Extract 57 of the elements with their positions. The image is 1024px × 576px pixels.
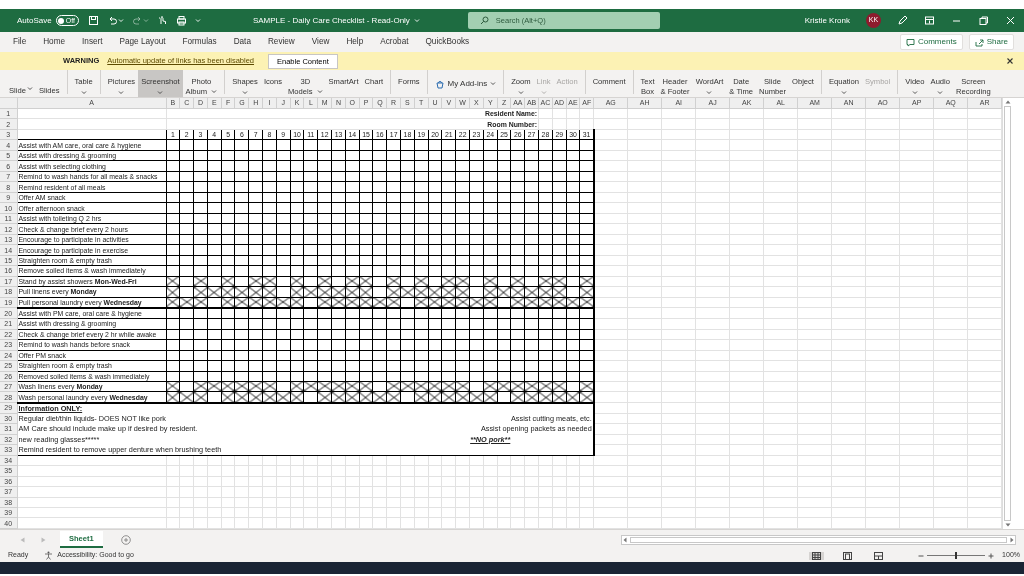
scroll-left-icon[interactable] [623,536,627,543]
scroll-up-icon[interactable] [1004,100,1011,104]
comment-icon [905,37,915,47]
comments-button[interactable]: Comments [899,34,963,50]
restore-icon[interactable] [978,15,989,26]
caret-icon[interactable] [211,88,218,94]
caret-icon[interactable] [80,89,87,95]
user-name: Kristie Kronk [804,14,850,27]
autosave-label: AutoSave [17,14,52,27]
menu-tab[interactable]: Acrobat [380,32,409,52]
caret-icon[interactable] [118,89,125,95]
share-icon [974,37,984,47]
share-button[interactable]: Share [968,34,1014,50]
pointer-icon[interactable] [156,15,168,26]
ribbon-button[interactable]: My Add-ins [431,70,500,97]
view-button[interactable] [809,551,825,560]
normal-view-icon [812,551,822,560]
caret-icon[interactable] [242,89,248,95]
caret-icon[interactable] [911,89,918,95]
caret-icon[interactable] [142,18,149,23]
caret-icon[interactable] [157,89,164,95]
menu-tab[interactable]: Formulas [182,32,217,52]
menu-tab[interactable]: QuickBooks [425,32,470,52]
printer-icon[interactable] [175,15,187,26]
menu-tab[interactable]: Review [267,32,295,52]
ribbon-display-icon[interactable] [924,15,935,26]
close-icon[interactable] [1006,57,1014,65]
caret-icon[interactable] [490,81,497,86]
save-icon[interactable] [87,15,99,26]
menu-tab[interactable]: Help [346,32,364,52]
menu-tab[interactable]: File [13,32,27,52]
caret-icon[interactable] [26,86,33,91]
menu-tab[interactable]: Data [233,32,251,52]
zoom-in-icon[interactable] [988,552,995,559]
search-icon [479,16,489,25]
page-break-icon [874,551,884,560]
menu-tab[interactable]: Insert [82,32,103,52]
redo-icon [131,15,143,26]
window-title: SAMPLE - Daily Care Checklist - Read-Only [252,14,410,27]
caret-icon[interactable] [517,89,524,95]
accessibility-icon [44,551,54,560]
horizontal-scrollbar[interactable] [621,534,1016,545]
menu-tab[interactable]: Home [43,32,66,52]
menu-tab[interactable]: View [311,32,330,52]
caret-icon[interactable] [840,89,847,95]
add-sheet-icon[interactable] [120,534,131,545]
scroll-down-icon[interactable] [1004,523,1011,527]
vertical-scrollbar[interactable] [1002,98,1013,529]
pen-icon[interactable] [897,15,908,26]
caret-icon[interactable] [706,89,713,95]
caret-icon[interactable] [316,88,323,94]
menu-tab[interactable]: Page Layout [119,32,166,52]
caret-icon[interactable] [937,89,944,95]
page-layout-icon [843,551,853,560]
add-ins-icon [434,78,445,89]
zoom-out-icon[interactable] [918,552,925,559]
scroll-right-icon[interactable] [1010,536,1014,543]
